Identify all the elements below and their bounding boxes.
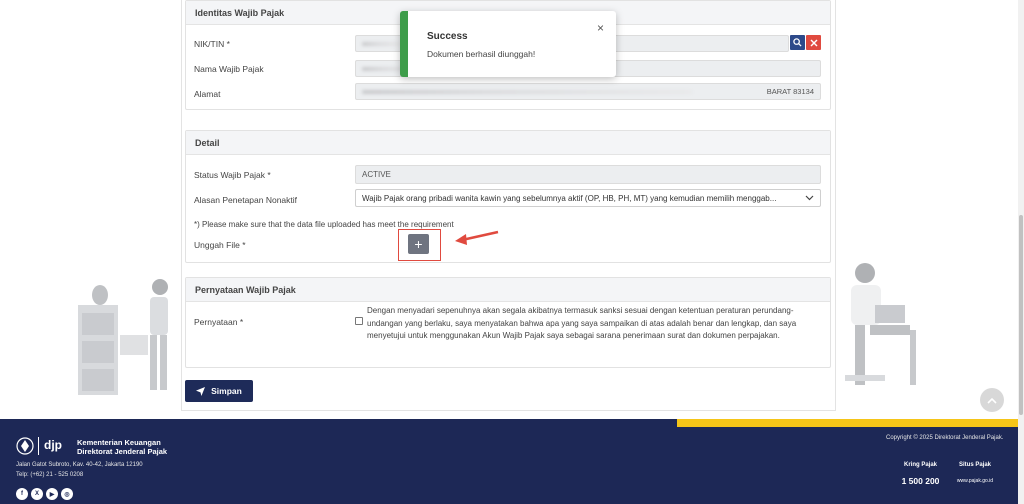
instagram-icon[interactable]: ◎ [61, 488, 73, 500]
x-twitter-icon[interactable]: X [31, 488, 43, 500]
situs-url: www.pajak.go.id [956, 478, 994, 484]
detail-header: Detail [186, 131, 830, 155]
upload-file-button[interactable]: + [408, 234, 429, 254]
toast-close-button[interactable]: × [597, 21, 604, 35]
pernyataan-line-1: Dengan menyadari sepenuhnya akan segala … [367, 306, 794, 315]
nik-label: NIK/TIN * [194, 39, 230, 49]
footer [0, 419, 1018, 504]
status-label: Status Wajib Pajak * [194, 170, 271, 180]
footer-address: Jalan Gatot Subroto, Kav. 40-42, Jakarta… [16, 462, 143, 468]
kring-pajak-logo[interactable]: Kring Pajak 1 500 200 [898, 462, 943, 494]
success-toast: Success Dokumen berhasil diunggah! × [400, 11, 616, 77]
pernyataan-text: Dengan menyadari sepenuhnya akan segala … [367, 305, 827, 343]
pernyataan-header: Pernyataan Wajib Pajak [186, 278, 830, 302]
alasan-value: Wajib Pajak orang pribadi wanita kawin y… [362, 193, 777, 203]
alasan-label: Alasan Penetapan Nonaktif [194, 195, 298, 205]
scroll-to-top-button[interactable] [980, 388, 1004, 412]
office-illustration-right [845, 263, 916, 385]
situs-label: Situs Pajak [958, 462, 991, 468]
chevron-down-icon [805, 195, 814, 201]
toast-title: Success [427, 31, 468, 42]
page-scrollbar[interactable] [1018, 0, 1024, 504]
kring-number: 1 500 200 [901, 476, 940, 486]
pernyataan-checkbox[interactable] [355, 317, 363, 325]
alamat-field: BARAT 83134 [355, 83, 821, 100]
djp-logo: djp [44, 438, 62, 452]
office-illustration-left [78, 279, 168, 395]
ministry-name: Kementerian Keuangan Direktorat Jenderal… [77, 438, 167, 456]
chevron-up-icon [987, 397, 997, 404]
search-nik-button[interactable] [790, 35, 805, 50]
scroll-thumb[interactable] [1019, 215, 1023, 415]
search-icon [793, 38, 802, 47]
pernyataan-line-2: undangan yang berlaku, saya menyatakan b… [367, 318, 797, 328]
alamat-label: Alamat [194, 89, 221, 99]
ministry-line-2: Direktorat Jenderal Pajak [77, 447, 168, 456]
pernyataan-label: Pernyataan * [194, 317, 244, 327]
send-icon [196, 386, 206, 396]
footer-stripe [677, 419, 1018, 427]
red-arrow-icon [455, 230, 499, 245]
status-field: ACTIVE [355, 165, 821, 184]
simpan-button[interactable]: Simpan [185, 380, 253, 402]
alamat-suffix: BARAT 83134 [766, 87, 814, 96]
status-value: ACTIVE [362, 170, 391, 179]
pernyataan-line-3: menyetujui untuk menggunakan Akun Wajib … [367, 331, 780, 340]
unggah-label: Unggah File * [194, 240, 246, 250]
upload-note: *) Please make sure that the data file u… [194, 220, 454, 229]
clear-nik-button[interactable] [806, 35, 821, 50]
nama-label: Nama Wajib Pajak [194, 64, 264, 74]
facebook-icon[interactable]: f [16, 488, 28, 500]
simpan-label: Simpan [211, 386, 242, 396]
situs-pajak-logo[interactable]: Situs Pajak www.pajak.go.id [950, 462, 1000, 494]
toast-message: Dokumen berhasil diunggah! [427, 49, 536, 59]
logo-divider [38, 437, 39, 455]
kemenkeu-logo-icon [16, 437, 34, 455]
footer-copyright: Copyright © 2025 Direktorat Jenderal Paj… [886, 435, 1004, 441]
kring-label: Kring Pajak [903, 462, 937, 468]
footer-phone: Telp: (+62) 21 - 525 0208 [16, 472, 84, 478]
alasan-select[interactable]: Wajib Pajak orang pribadi wanita kawin y… [355, 189, 821, 207]
youtube-icon[interactable]: ▶ [46, 488, 58, 500]
close-icon [810, 39, 817, 46]
ministry-line-1: Kementerian Keuangan [77, 438, 161, 447]
